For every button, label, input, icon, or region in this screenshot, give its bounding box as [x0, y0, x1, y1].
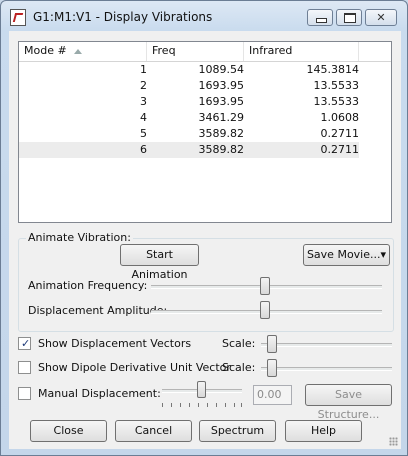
infrared-cell: 13.5533: [313, 79, 360, 92]
spectrum-button[interactable]: Spectrum: [199, 420, 276, 442]
animation-frequency-slider[interactable]: [260, 277, 270, 295]
scale-label: Scale:: [222, 337, 256, 350]
animate-vibration-label: Animate Vibration:: [26, 231, 133, 244]
manual-displacement-label: Manual Displacement:: [38, 387, 161, 400]
freq-cell: 1693.95: [198, 95, 245, 108]
save-movie-button[interactable]: Save Movie...▾: [303, 244, 390, 266]
table-body: 1 1089.54 145.3814 2 1693.95 13.5533 3 1…: [19, 62, 391, 158]
show-dipole-vector-label: Show Dipole Derivative Unit Vector: [38, 361, 231, 374]
column-header-infrared[interactable]: Infrared: [244, 42, 359, 61]
minimize-icon: [316, 18, 327, 23]
close-button[interactable]: Close: [30, 420, 107, 442]
checkmark-icon: ✓: [21, 337, 31, 350]
dipole-scale-slider[interactable]: [267, 359, 277, 377]
maximize-icon: [344, 13, 356, 23]
document-icon: [10, 9, 26, 26]
show-displacement-vectors-checkbox[interactable]: ✓: [18, 337, 31, 350]
help-button[interactable]: Help: [285, 420, 362, 442]
resize-grip-icon[interactable]: [389, 437, 398, 446]
displacement-amplitude-slider[interactable]: [260, 301, 270, 319]
animation-frequency-label: Animation Frequency:: [28, 279, 148, 292]
dialog-body: Mode # Freq Infrared 1 1089.54 145.3814 …: [9, 31, 401, 449]
save-structure-button[interactable]: Save Structure...: [305, 384, 392, 421]
column-header-freq[interactable]: Freq: [147, 42, 244, 61]
slider-ticks: [162, 403, 242, 408]
column-header-mode[interactable]: Mode #: [19, 42, 147, 61]
freq-cell: 1693.95: [198, 79, 245, 92]
show-displacement-vectors-label: Show Displacement Vectors: [38, 337, 192, 350]
mode-cell: 4: [140, 111, 147, 124]
freq-cell: 3589.82: [198, 143, 245, 156]
show-dipole-vector-checkbox[interactable]: [18, 361, 31, 374]
infrared-cell: 13.5533: [313, 95, 360, 108]
scale-label: Scale:: [222, 361, 256, 374]
table-row[interactable]: 3 1693.95 13.5533: [19, 94, 391, 110]
scale-track-2: [261, 367, 392, 371]
manual-displacement-checkbox[interactable]: [18, 387, 31, 400]
table-header: Mode # Freq Infrared: [19, 42, 391, 62]
freq-cell: 1089.54: [198, 63, 245, 76]
sort-ascending-icon: [74, 49, 82, 54]
table-row[interactable]: 2 1693.95 13.5533: [19, 78, 391, 94]
mode-cell: 1: [140, 63, 147, 76]
scale-track-1: [261, 343, 392, 347]
dropdown-arrow-icon: ▾: [380, 248, 387, 261]
displacement-scale-slider[interactable]: [267, 335, 277, 353]
table-row[interactable]: 4 3461.29 1.0608: [19, 110, 391, 126]
cancel-button[interactable]: Cancel: [115, 420, 192, 442]
mode-cell: 2: [140, 79, 147, 92]
mode-cell: 3: [140, 95, 147, 108]
start-animation-button[interactable]: Start Animation: [120, 244, 199, 281]
table-row-selected[interactable]: 6 3589.82 0.2711: [19, 142, 359, 158]
maximize-button[interactable]: [336, 9, 362, 26]
title-bar[interactable]: G1:M1:V1 - Display Vibrations ✕: [1, 1, 407, 31]
freq-cell: 3589.82: [198, 127, 245, 140]
table-row[interactable]: 5 3589.82 0.2711: [19, 126, 391, 142]
mode-cell: 5: [140, 127, 147, 140]
manual-displacement-input[interactable]: 0.00: [253, 385, 292, 405]
displacement-amplitude-label: Displacement Amplitude:: [28, 304, 168, 317]
modes-table[interactable]: Mode # Freq Infrared 1 1089.54 145.3814 …: [18, 41, 392, 223]
window-title: G1:M1:V1 - Display Vibrations: [33, 10, 213, 24]
manual-displacement-slider[interactable]: [197, 381, 206, 398]
minimize-button[interactable]: [307, 9, 333, 26]
infrared-cell: 0.2711: [320, 127, 360, 140]
mode-cell: 6: [140, 143, 147, 156]
close-icon: ✕: [376, 11, 386, 24]
infrared-cell: 0.2711: [320, 143, 360, 156]
freq-cell: 3461.29: [198, 111, 245, 124]
table-row[interactable]: 1 1089.54 145.3814: [19, 62, 391, 78]
close-window-button[interactable]: ✕: [365, 9, 397, 26]
dialog-window: G1:M1:V1 - Display Vibrations ✕ Mode # F…: [0, 0, 408, 456]
infrared-cell: 1.0608: [320, 111, 360, 124]
infrared-cell: 145.3814: [306, 63, 360, 76]
